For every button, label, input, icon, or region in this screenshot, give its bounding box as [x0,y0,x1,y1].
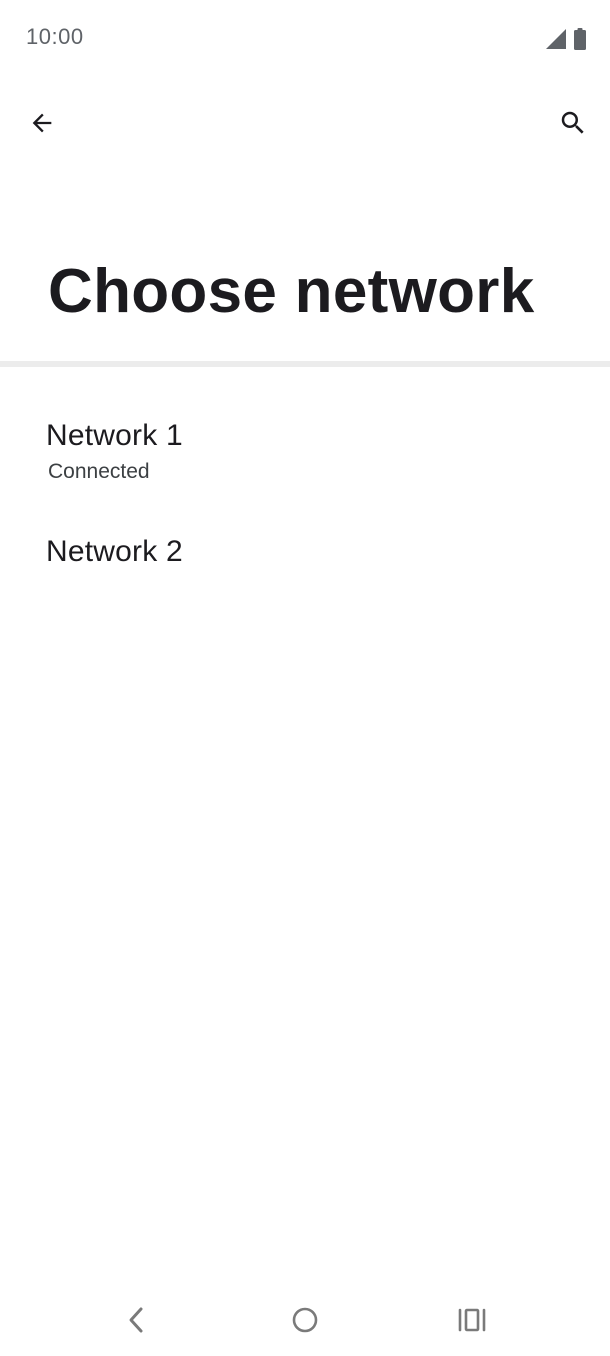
status-bar: 10:00 [0,0,610,78]
nav-home-icon [291,1306,319,1339]
arrow-back-icon [28,109,56,142]
nav-recents-button[interactable] [444,1294,500,1350]
nav-back-icon [125,1306,147,1339]
navigation-bar [0,1290,610,1350]
nav-back-button[interactable] [108,1294,164,1350]
nav-recents-icon [458,1308,486,1337]
divider [0,361,610,367]
network-item[interactable]: Network 2 [0,368,610,588]
search-icon [558,108,588,143]
status-time: 10:00 [26,24,84,49]
nav-home-button[interactable] [277,1294,333,1350]
network-name: Network 2 [46,535,183,568]
signal-icon [546,29,566,54]
back-button[interactable] [14,97,70,153]
search-button[interactable] [545,97,601,153]
screen: 10:00 Choose network Network 1 Connected… [0,0,610,1356]
top-app-bar [0,90,610,160]
page-title: Choose network [48,257,535,326]
network-list: Network 1 Connected Network 2 [0,368,610,568]
status-icons [546,28,586,55]
battery-icon [574,28,586,55]
